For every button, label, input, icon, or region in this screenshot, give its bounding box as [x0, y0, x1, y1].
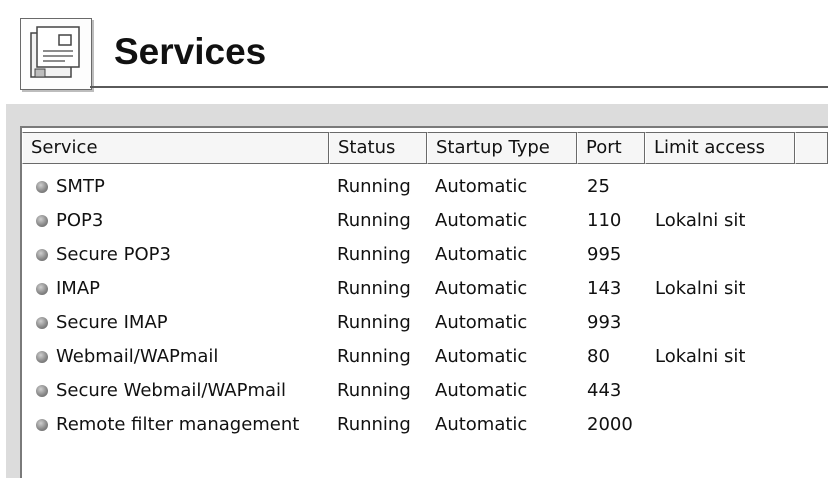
cell-port: 993: [587, 312, 622, 333]
cell-port: 995: [587, 244, 622, 265]
service-name: Secure POP3: [56, 244, 171, 265]
cell-port: 25: [587, 176, 610, 197]
cell-service: Secure IMAP: [22, 306, 329, 340]
cell-port: 443: [587, 380, 622, 401]
table-row[interactable]: IMAP Running Automatic 143 Lokalni sit: [22, 272, 828, 306]
cell-extra: [795, 204, 828, 238]
cell-service: POP3: [22, 204, 329, 238]
status-dot-icon: [36, 385, 48, 397]
cell-port: 80: [587, 346, 610, 367]
service-name: SMTP: [56, 176, 105, 197]
table-row[interactable]: SMTP Running Automatic 25: [22, 170, 828, 204]
page-title: Services: [114, 31, 267, 72]
cell-status: Running: [337, 380, 411, 401]
cell-extra: [795, 374, 828, 408]
cell-limit-access: [645, 306, 795, 340]
cell-port: 143: [587, 278, 622, 299]
cell-startup-type: Automatic: [435, 312, 528, 333]
status-dot-icon: [36, 351, 48, 363]
service-name: IMAP: [56, 278, 101, 299]
cell-limit-access: Lokalni sit: [655, 278, 746, 299]
cell-port: 110: [587, 210, 622, 231]
cell-startup-type: Automatic: [435, 210, 528, 231]
cell-status: Running: [337, 414, 411, 435]
status-dot-icon: [36, 317, 48, 329]
header-divider: [90, 86, 828, 88]
status-dot-icon: [36, 419, 48, 431]
cell-limit-access: Lokalni sit: [655, 346, 746, 367]
cell-extra: [795, 238, 828, 272]
column-header-extra[interactable]: [795, 132, 828, 164]
column-header-service[interactable]: Service: [22, 132, 329, 164]
cell-status: Running: [337, 312, 411, 333]
service-name: Secure IMAP: [56, 312, 168, 333]
cell-extra: [795, 408, 828, 442]
cell-service: Remote filter management: [22, 408, 329, 442]
service-name: Secure Webmail/WAPmail: [56, 380, 287, 401]
cell-startup-type: Automatic: [435, 244, 528, 265]
cell-service: Secure POP3: [22, 238, 329, 272]
cell-startup-type: Automatic: [435, 380, 528, 401]
table-row[interactable]: Secure IMAP Running Automatic 993: [22, 306, 828, 340]
status-dot-icon: [36, 215, 48, 227]
services-rows: SMTP Running Automatic 25 POP3 Running A…: [22, 170, 828, 442]
cell-status: Running: [337, 176, 411, 197]
cell-service: Secure Webmail/WAPmail: [22, 374, 329, 408]
cell-startup-type: Automatic: [435, 414, 528, 435]
cell-status: Running: [337, 278, 411, 299]
cell-status: Running: [337, 210, 411, 231]
cell-status: Running: [337, 346, 411, 367]
table-row[interactable]: Webmail/WAPmail Running Automatic 80 Lok…: [22, 340, 828, 374]
services-icon: [20, 18, 92, 90]
cell-status: Running: [337, 244, 411, 265]
cell-limit-access: [645, 408, 795, 442]
table-row[interactable]: Secure Webmail/WAPmail Running Automatic…: [22, 374, 828, 408]
column-header-port[interactable]: Port: [577, 132, 645, 164]
cell-startup-type: Automatic: [435, 346, 528, 367]
cell-startup-type: Automatic: [435, 176, 528, 197]
cell-extra: [795, 170, 828, 204]
cell-service: SMTP: [22, 170, 329, 204]
cell-port: 2000: [587, 414, 633, 435]
cell-limit-access: [645, 374, 795, 408]
service-name: Webmail/WAPmail: [56, 346, 219, 367]
table-row[interactable]: Remote filter management Running Automat…: [22, 408, 828, 442]
cell-extra: [795, 306, 828, 340]
table-row[interactable]: Secure POP3 Running Automatic 995: [22, 238, 828, 272]
cell-startup-type: Automatic: [435, 278, 528, 299]
cell-extra: [795, 272, 828, 306]
cell-service: Webmail/WAPmail: [22, 340, 329, 374]
column-header-row: Service Status Startup Type Port Limit a…: [22, 132, 828, 164]
service-name: Remote filter management: [56, 414, 300, 435]
column-header-limit-access[interactable]: Limit access: [645, 132, 795, 164]
cell-limit-access: [645, 238, 795, 272]
cell-extra: [795, 340, 828, 374]
cell-limit-access: Lokalni sit: [655, 210, 746, 231]
cell-service: IMAP: [22, 272, 329, 306]
cell-limit-access: [645, 170, 795, 204]
service-name: POP3: [56, 210, 104, 231]
status-dot-icon: [36, 181, 48, 193]
column-header-status[interactable]: Status: [329, 132, 427, 164]
column-header-startup-type[interactable]: Startup Type: [427, 132, 577, 164]
status-dot-icon: [36, 283, 48, 295]
table-row[interactable]: POP3 Running Automatic 110 Lokalni sit: [22, 204, 828, 238]
status-dot-icon: [36, 249, 48, 261]
page-header: Services: [0, 0, 828, 96]
